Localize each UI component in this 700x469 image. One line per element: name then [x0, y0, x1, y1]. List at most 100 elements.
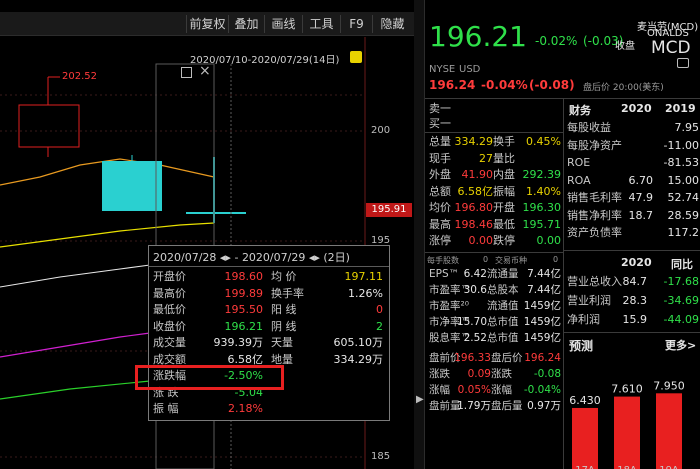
popup-arrows-from[interactable]: ◂▸ — [220, 251, 231, 264]
stats-key: 量比 — [493, 151, 515, 165]
popup-key: 最低价 — [153, 303, 186, 316]
popup-date-sep: - — [234, 251, 239, 264]
stats-key: 总额 — [429, 184, 451, 198]
valuation-row: 市盈率™ 30.6 总股本 7.44亿 — [429, 283, 561, 298]
valuation-key: 流通值 — [487, 300, 519, 312]
finance-key: 销售净利率 — [567, 208, 622, 222]
adjust-button[interactable]: 前复权 — [186, 15, 228, 33]
stats-row: 均价 196.80 开盘 196.30 — [429, 200, 561, 215]
last-price: 196.21 — [429, 20, 527, 53]
popup-row: 振 幅 2.18% — [149, 401, 389, 417]
stats-row: 总额 6.58亿 振幅 1.40% — [429, 184, 561, 199]
finance-year-2: 2019 — [665, 102, 696, 115]
ma-line-magenta — [0, 332, 151, 358]
valuation-value: 1459亿 — [523, 332, 561, 344]
expand-arrow-icon[interactable]: ▶ — [416, 394, 424, 405]
high-price-annotation: 202.52 — [62, 71, 97, 82]
stats-key: 现手 — [429, 151, 451, 165]
stats-value: 41.90 — [461, 168, 494, 181]
popup-value: 198.60 — [224, 270, 264, 283]
tools-button[interactable]: 工具 — [302, 15, 340, 33]
valuation-key: EPS™ — [429, 268, 460, 280]
divider — [563, 332, 700, 333]
maximize-icon[interactable] — [181, 67, 192, 78]
popup-key: 收盘价 — [153, 319, 186, 333]
highlight-box — [135, 365, 284, 390]
valuation-key: 总市值 — [487, 316, 519, 328]
finance-row: ROA 6.70 15.00 — [567, 173, 699, 188]
stats-value: 6.58亿 — [457, 184, 494, 198]
extended-value: -0.08 — [533, 368, 561, 380]
popup-row: 成交量 939.39万 天量 605.10万 — [149, 335, 389, 351]
valuation-value: 1459亿 — [523, 300, 561, 312]
valuation-value: 2.52 — [463, 332, 487, 344]
after-label: 盘后价 20:00(美东) — [583, 83, 664, 93]
price-tick-200: 200 — [371, 125, 391, 136]
extended-key: 涨幅 — [491, 384, 512, 396]
status-label: 收盘 — [615, 41, 635, 52]
stats-row: 最高 198.46 最低 195.71 — [429, 217, 561, 232]
lock-icon[interactable] — [350, 51, 362, 63]
finance-row: 资产负债率 117.2 — [567, 225, 699, 240]
order-row: 卖一 — [429, 101, 559, 116]
forecast-bar — [572, 407, 598, 469]
finance-key: 每股收益 — [567, 121, 611, 134]
extended-value: -0.04% — [523, 384, 561, 396]
forecast-bar-label: 7.950 — [653, 379, 685, 392]
stats-key: 最高 — [429, 217, 451, 231]
stats-value: 0.00 — [536, 234, 562, 247]
stats-value: 198.46 — [454, 217, 494, 231]
overlay-button[interactable]: 叠加 — [228, 15, 264, 33]
finance-key: 销售毛利率 — [567, 191, 622, 204]
popup-value: 0 — [376, 303, 383, 316]
popup-arrows-to[interactable]: ◂▸ — [309, 251, 320, 264]
popup-value: 2.18% — [228, 402, 263, 415]
extended-row: 盘前价 196.33 盘后价 196.24 — [429, 351, 561, 366]
forecast-year-label: 18A — [617, 465, 637, 469]
current-price-marker: 195.91 — [366, 203, 412, 217]
popup-key: 换手率 — [271, 286, 304, 300]
valuation-row: 市净率™ 15.70 总市值 1459亿 — [429, 315, 561, 330]
finance2-value: 84.7 — [622, 275, 648, 288]
stats-row: 外盘 41.90 内盘 292.39 — [429, 167, 561, 182]
valuation-key: 流通量 — [487, 268, 519, 280]
order-row: 买一 — [429, 116, 559, 131]
stats-key: 开盘 — [493, 201, 515, 214]
popup-key: 阳 线 — [271, 303, 297, 316]
price-tick-185: 185 — [371, 451, 391, 462]
draw-line-button[interactable]: 画线 — [264, 15, 302, 33]
currency-value: 0 — [553, 255, 559, 264]
forecast-more-link[interactable]: 更多> — [665, 337, 696, 353]
valuation-key: 总股本 — [487, 284, 519, 296]
stats-value: 1.40% — [526, 184, 561, 198]
lot-size-label: 每手股数 — [427, 256, 459, 265]
valuation-row: EPS™ 6.42 流通量 7.44亿 — [429, 267, 561, 282]
popup-key: 均 价 — [271, 270, 297, 283]
ticker: MCD — [651, 38, 691, 58]
f9-button[interactable]: F9 — [340, 15, 372, 33]
extended-key: 涨幅 — [429, 384, 450, 396]
popup-value: 197.11 — [344, 270, 384, 283]
valuation-row: 市盈率²⁰ 流通值 1459亿 — [429, 299, 561, 314]
forecast-chart: 6.430 17A 7.610 18A 7.950 19A — [569, 379, 685, 469]
extended-value: 196.33 — [454, 352, 491, 364]
popup-value: 196.21 — [224, 319, 264, 333]
forecast-bar-label: 7.610 — [611, 383, 643, 396]
chart-toolbar: 前复权 叠加 画线 工具 F9 隐藏 — [0, 12, 414, 36]
finance-value: 47.9 — [628, 191, 654, 204]
finance2-key: 净利润 — [567, 313, 600, 326]
quote-panel: 196.21 -0.02% (-0.03) 麦当劳(MCD) ONALDS 收盘… — [424, 0, 700, 469]
chat-icon[interactable] — [677, 58, 689, 68]
ma-line-green — [0, 380, 151, 400]
extended-key: 盘后价 — [491, 352, 523, 364]
stats-row: 涨停 0.00 跌停 0.00 — [429, 233, 561, 248]
close-icon[interactable]: × — [199, 64, 211, 78]
valuation-value: 6.42 — [463, 268, 487, 280]
popup-key: 开盘价 — [153, 270, 186, 283]
stats-value: 27 — [479, 151, 493, 165]
finance-value: 52.74 — [667, 191, 700, 204]
hide-button[interactable]: 隐藏 — [372, 15, 412, 33]
currency-label: 交易币种 — [495, 256, 527, 265]
popup-row: 开盘价 198.60 均 价 197.11 — [149, 269, 389, 285]
divider — [425, 252, 563, 253]
